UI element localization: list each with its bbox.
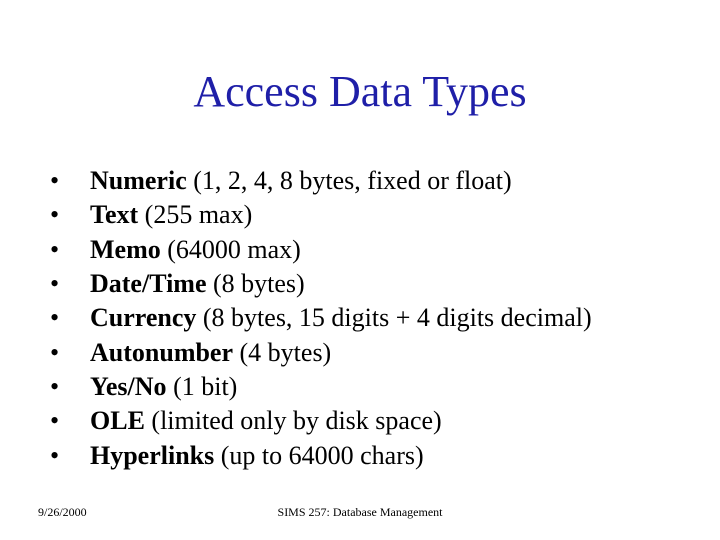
slide-title: Access Data Types (0, 66, 720, 117)
bullet-icon: • (46, 336, 90, 370)
bullet-icon: • (46, 404, 90, 438)
list-item: • Hyperlinks (up to 64000 chars) (46, 439, 710, 473)
list-item: • Text (255 max) (46, 198, 710, 232)
footer-course: SIMS 257: Database Management (0, 505, 720, 520)
list-item-text: Hyperlinks (up to 64000 chars) (90, 439, 710, 473)
bullet-icon: • (46, 439, 90, 473)
bullet-icon: • (46, 301, 90, 335)
list-item: • Yes/No (1 bit) (46, 370, 710, 404)
bullet-icon: • (46, 267, 90, 301)
bullet-list: • Numeric (1, 2, 4, 8 bytes, fixed or fl… (46, 164, 710, 473)
list-item-text: OLE (limited only by disk space) (90, 404, 710, 438)
list-item: • Numeric (1, 2, 4, 8 bytes, fixed or fl… (46, 164, 710, 198)
list-item-text: Memo (64000 max) (90, 233, 710, 267)
bullet-icon: • (46, 164, 90, 198)
list-item: • OLE (limited only by disk space) (46, 404, 710, 438)
list-item: • Memo (64000 max) (46, 233, 710, 267)
list-item: • Autonumber (4 bytes) (46, 336, 710, 370)
list-item: • Currency (8 bytes, 15 digits + 4 digit… (46, 301, 710, 335)
bullet-icon: • (46, 198, 90, 232)
bullet-icon: • (46, 370, 90, 404)
bullet-icon: • (46, 233, 90, 267)
list-item-text: Date/Time (8 bytes) (90, 267, 710, 301)
list-item-text: Numeric (1, 2, 4, 8 bytes, fixed or floa… (90, 164, 710, 198)
list-item-text: Autonumber (4 bytes) (90, 336, 710, 370)
list-item-text: Text (255 max) (90, 198, 710, 232)
slide: Access Data Types • Numeric (1, 2, 4, 8 … (0, 0, 720, 540)
list-item-text: Yes/No (1 bit) (90, 370, 710, 404)
list-item-text: Currency (8 bytes, 15 digits + 4 digits … (90, 301, 710, 335)
list-item: • Date/Time (8 bytes) (46, 267, 710, 301)
